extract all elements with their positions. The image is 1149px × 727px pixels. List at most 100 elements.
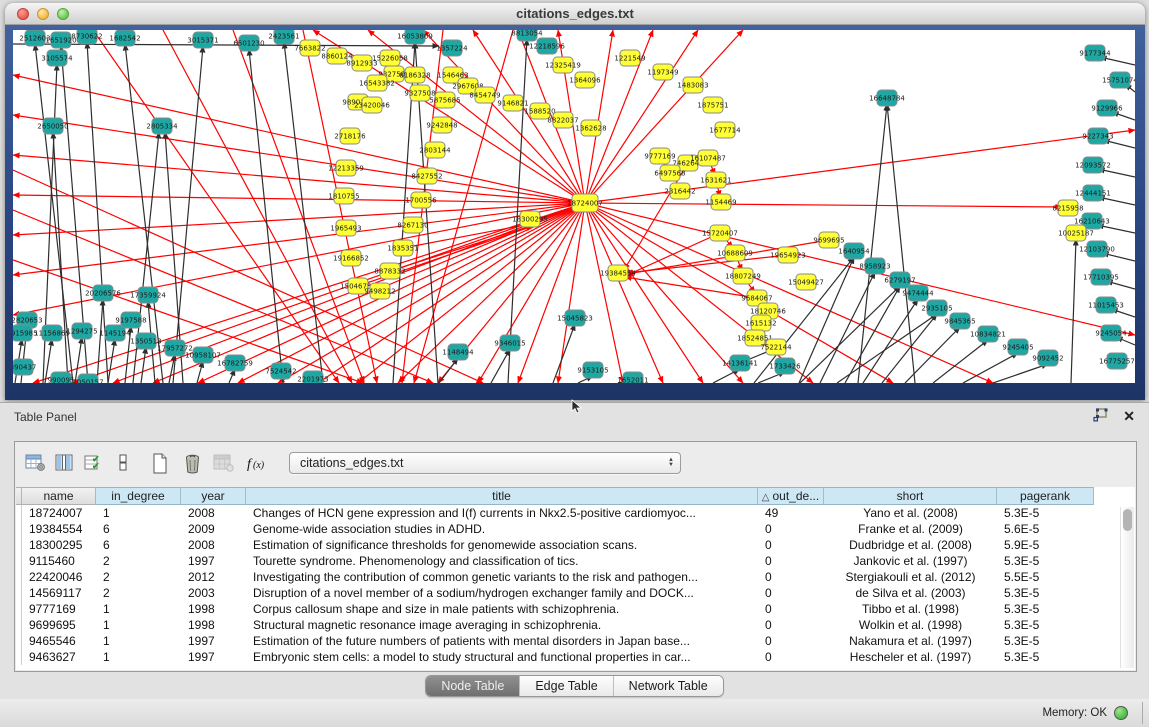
graph-node[interactable]: 1154469 [705,194,736,210]
graph-node[interactable]: 1362628 [575,120,606,136]
cell-name[interactable]: 9699695 [22,617,96,633]
cell-pagerank[interactable]: 5.6E-5 [997,521,1094,537]
delete-table-button[interactable] [178,449,207,477]
column-header-name[interactable]: name [22,487,96,505]
graph-node[interactable]: 16775257 [1099,353,1135,369]
column-header-title[interactable]: title [246,487,758,505]
float-window-icon[interactable] [1093,408,1109,423]
graph-node[interactable]: 1700556 [405,192,437,208]
graph-edge[interactable] [108,339,115,383]
column-header-year[interactable]: year [181,487,246,505]
cell-short[interactable]: Hescheler et al. (1997) [824,649,997,665]
graph-edge[interactable] [585,203,623,383]
graph-node[interactable]: 1221549 [614,50,645,66]
network-view-canvas[interactable]: 2512603165192087306221682542301537165012… [13,30,1135,383]
graph-node[interactable]: 15049427 [788,274,824,290]
cell-title[interactable]: Estimation of significance thresholds fo… [246,537,758,553]
cell-in_degree[interactable]: 1 [96,617,181,633]
graph-node[interactable]: 2803144 [419,142,451,158]
graph-edge[interactable] [863,299,918,383]
graph-edge[interactable] [398,203,585,383]
cell-year[interactable]: 2009 [181,521,246,537]
graph-node[interactable]: 9845365 [944,313,975,329]
cell-out_degree[interactable]: 0 [758,617,824,633]
cell-title[interactable]: Disruption of a novel member of a sodium… [246,585,758,601]
graph-edge[interactable] [141,347,146,383]
close-panel-icon[interactable]: ✕ [1123,409,1135,423]
table-row[interactable]: 2242004622012Investigating the contribut… [16,569,1135,585]
table-row[interactable]: 969969511998Structural magnetic resonanc… [16,617,1135,633]
graph-node[interactable]: 8267130 [397,217,428,233]
graph-node[interactable]: 9092452 [1032,350,1063,366]
graph-edge[interactable] [1098,169,1135,177]
cell-in_degree[interactable]: 2 [96,569,181,585]
cell-out_degree[interactable]: 0 [758,649,824,665]
cell-year[interactable]: 1998 [181,601,246,617]
graph-node[interactable]: 2805334 [146,118,178,134]
graph-node[interactable]: 1050157 [72,374,103,383]
cell-name[interactable]: 19384554 [22,521,96,537]
cell-title[interactable]: Tourette syndrome. Phenomenology and cla… [246,553,758,569]
cell-pagerank[interactable]: 5.3E-5 [997,505,1094,521]
function-builder-button[interactable]: f (x) [244,449,273,477]
graph-node[interactable]: 6501230 [233,35,264,51]
cell-in_degree[interactable]: 1 [96,505,181,521]
graph-edge[interactable] [800,286,900,383]
cell-short[interactable]: Dudbridge et al. (2008) [824,537,997,553]
graph-node[interactable]: 1294275 [66,323,97,339]
table-row[interactable]: 1938455462009Genome-wide association stu… [16,521,1135,537]
graph-edge[interactable] [585,203,663,383]
cell-pagerank[interactable]: 5.3E-5 [997,633,1094,649]
graph-node[interactable]: 2650050 [37,118,68,134]
graph-node[interactable]: 1965493 [330,220,361,236]
cell-short[interactable]: Stergiakouli et al. (2012) [824,569,997,585]
graph-node[interactable]: 19384554 [600,265,636,281]
table-row[interactable]: 1872400712008Changes of HCN gene express… [16,505,1135,521]
cell-pagerank[interactable]: 5.9E-5 [997,537,1094,553]
vertical-scrollbar[interactable] [1120,507,1134,668]
graph-edge[interactable] [558,203,585,383]
graph-node[interactable]: 3105574 [41,50,73,66]
graph-node[interactable]: 9153105 [577,362,608,378]
graph-edge[interactable] [163,30,352,383]
graph-node[interactable]: 15045823 [557,310,593,326]
graph-edge[interactable] [1071,239,1076,383]
cell-year[interactable]: 2008 [181,505,246,521]
memory-status-icon[interactable] [1114,706,1128,720]
graph-node[interactable]: 1652011 [617,372,648,383]
graph-edge[interactable] [1097,225,1135,233]
cell-in_degree[interactable]: 2 [96,585,181,601]
cell-year[interactable]: 2012 [181,569,246,585]
cell-name[interactable]: 9463627 [22,649,96,665]
cell-year[interactable]: 1997 [181,553,246,569]
cell-short[interactable]: Franke et al. (2009) [824,521,997,537]
cell-name[interactable]: 18300295 [22,537,96,553]
graph-node[interactable]: 1483083 [677,77,708,93]
cell-pagerank[interactable]: 5.3E-5 [997,649,1094,665]
cell-title[interactable]: Embryonic stem cells: a model to study s… [246,649,758,665]
graph-edge[interactable] [13,44,439,46]
graph-node[interactable]: 10688609 [717,245,753,261]
column-header-in_degree[interactable]: in_degree [96,487,181,505]
cell-in_degree[interactable]: 6 [96,521,181,537]
graph-node[interactable]: 9699695 [813,232,844,248]
graph-node[interactable]: 18724007 [567,194,603,212]
graph-edge[interactable] [249,49,283,383]
graph-edge[interactable] [553,324,575,383]
cell-name[interactable]: 22420046 [22,569,96,585]
table-row[interactable]: 1456911722003Disruption of a novel membe… [16,585,1135,601]
graph-node[interactable]: 18807249 [725,268,761,284]
cell-pagerank[interactable]: 5.3E-5 [997,601,1094,617]
cell-name[interactable]: 9465546 [22,633,96,649]
cell-title[interactable]: Estimation of the future numbers of pati… [246,633,758,649]
graph-node[interactable]: 1810755 [328,188,359,204]
cell-in_degree[interactable]: 1 [96,649,181,665]
graph-node[interactable]: 16782759 [217,355,253,371]
graph-node[interactable]: 17359924 [130,287,166,303]
graph-node[interactable]: 2935105 [921,300,952,316]
tab-edge-table[interactable]: Edge Table [519,676,612,696]
table-row[interactable]: 911546021997Tourette syndrome. Phenomeno… [16,553,1135,569]
graph-node[interactable]: 1631621 [700,172,731,188]
graph-node[interactable]: 1733426 [769,358,801,374]
graph-node[interactable]: 2201973 [297,371,328,383]
